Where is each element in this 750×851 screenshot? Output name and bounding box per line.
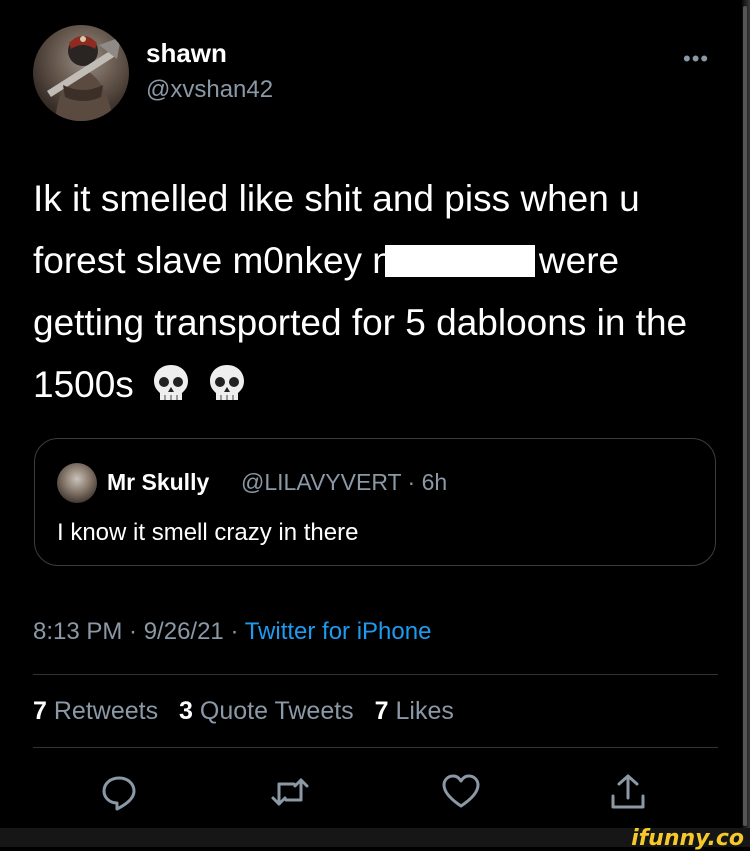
author-name[interactable]: shawn <box>146 38 227 69</box>
avatar-image-icon <box>47 36 121 121</box>
retweet-icon <box>271 778 309 806</box>
retweet-button[interactable] <box>270 772 310 812</box>
quoted-author-avatar[interactable] <box>57 463 97 503</box>
quote-tweets-count: 3 <box>179 697 193 725</box>
author-avatar[interactable] <box>33 25 129 121</box>
quote-tweets-label: Quote Tweets <box>199 697 354 725</box>
like-button[interactable] <box>441 772 481 812</box>
share-button[interactable] <box>608 772 648 812</box>
divider <box>33 747 718 748</box>
reply-icon <box>102 776 136 811</box>
tweet-detail-view: shawn @xvshan42 ••• Ik it smelled like s… <box>0 0 750 851</box>
likes-stat[interactable]: 7 Likes <box>375 697 454 725</box>
skull-emoji-icon-2 <box>208 360 246 422</box>
quoted-author-name: Mr Skully <box>107 469 210 495</box>
likes-label: Likes <box>395 697 454 725</box>
timestamp-text: 8:13 PM · 9/26/21 · <box>33 618 245 645</box>
tweet-stats: 7 Retweets 3 Quote Tweets 7 Likes <box>33 697 468 726</box>
share-icon <box>611 774 645 809</box>
reply-button[interactable] <box>99 772 139 812</box>
retweets-count: 7 <box>33 697 47 725</box>
scrollbar[interactable] <box>743 6 747 826</box>
redaction-box <box>384 245 535 277</box>
more-options-icon[interactable]: ••• <box>683 46 709 72</box>
divider <box>33 674 718 675</box>
quoted-tweet[interactable]: Mr Skully @LILAVYVERT · 6h I know it sme… <box>34 438 716 566</box>
source-link[interactable]: Twitter for iPhone <box>245 618 432 645</box>
retweets-stat[interactable]: 7 Retweets <box>33 697 158 725</box>
heart-icon <box>442 774 480 808</box>
window-edge <box>742 0 750 828</box>
skull-emoji-icon <box>152 360 190 422</box>
author-handle[interactable]: @xvshan42 <box>146 76 273 104</box>
retweets-label: Retweets <box>53 697 159 725</box>
ifunny-watermark: ifunny.co <box>631 826 744 851</box>
likes-count: 7 <box>374 697 389 725</box>
quote-tweets-stat[interactable]: 3 Quote Tweets <box>179 697 354 725</box>
tweet-timestamp: 8:13 PM · 9/26/21 · Twitter for iPhone <box>33 618 431 646</box>
quoted-author-meta: @LILAVYVERT · 6h <box>241 469 448 495</box>
quoted-tweet-text: I know it smell crazy in there <box>57 519 359 546</box>
tweet-text: Ik it smelled like shit and piss when u … <box>33 168 713 422</box>
